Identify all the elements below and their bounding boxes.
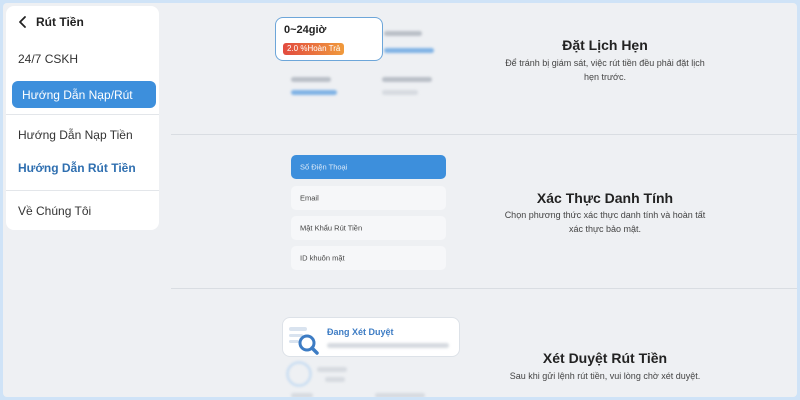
blurred-placeholder	[291, 393, 313, 397]
section-title: Xác Thực Danh Tính	[536, 190, 674, 206]
option-label: ID khuôn mặt	[300, 253, 345, 263]
section-description: Sau khi gửi lệnh rút tiền, vui lòng chờ …	[509, 371, 701, 381]
section-description: Chọn phương thức xác thực danh tính và h…	[504, 210, 706, 234]
sidebar-item-label: 24/7 CSKH	[18, 52, 79, 66]
blurred-placeholder	[327, 343, 449, 348]
verify-option-email[interactable]: Email	[291, 186, 446, 210]
sidebar-item-deposit-guide[interactable]: Hướng Dẫn Nạp Tiền	[6, 120, 159, 150]
sidebar-divider	[6, 114, 159, 115]
section-divider	[171, 134, 797, 135]
review-status-title: Đang Xét Duyệt	[327, 327, 394, 337]
section-title: Xét Duyệt Rút Tiền	[542, 350, 668, 366]
review-status-card: Đang Xét Duyệt	[282, 317, 460, 357]
sidebar-item-label: Hướng Dẫn Nạp Tiền	[18, 128, 133, 142]
verify-option-withdraw-password[interactable]: Mật Khẩu Rút Tiền	[291, 216, 446, 240]
app-frame: Rút Tiền 24/7 CSKH Hướng Dẫn Nạp/Rút Hướ…	[3, 3, 797, 397]
progress-ring	[286, 361, 312, 387]
fee-badge: 2.0 %Hoàn Trả	[283, 43, 345, 55]
verify-option-face-id[interactable]: ID khuôn mặt	[291, 246, 446, 270]
sidebar: Rút Tiền 24/7 CSKH Hướng Dẫn Nạp/Rút Hướ…	[6, 6, 159, 230]
option-label: Số Điện Thoại	[300, 162, 348, 172]
blurred-placeholder	[291, 77, 331, 82]
blurred-placeholder	[317, 367, 347, 372]
blurred-placeholder	[384, 31, 422, 36]
blurred-placeholder	[291, 90, 337, 95]
verify-option-phone[interactable]: Số Điện Thoại	[291, 155, 446, 179]
sidebar-item-deposit-withdraw-guide[interactable]: Hướng Dẫn Nạp/Rút	[12, 81, 156, 108]
section-title: Đặt Lịch Hẹn	[562, 37, 648, 53]
sidebar-item-label: Hướng Dẫn Rút Tiền	[18, 161, 136, 175]
option-label: Email	[300, 193, 319, 203]
sidebar-item-about-us[interactable]: Về Chúng Tôi	[6, 196, 159, 226]
sidebar-item-label: Về Chúng Tôi	[18, 204, 92, 218]
chevron-left-icon[interactable]	[16, 15, 30, 29]
sidebar-item-label: Hướng Dẫn Nạp/Rút	[22, 87, 133, 102]
blurred-placeholder	[375, 393, 425, 397]
blurred-placeholder	[325, 377, 345, 382]
magnifier-document-icon	[289, 327, 319, 355]
sidebar-item-support[interactable]: 24/7 CSKH	[6, 44, 159, 74]
section-description: Để tránh bị giám sát, việc rút tiền đều …	[505, 58, 705, 82]
time-range: 0~24giờ	[284, 24, 327, 36]
sidebar-header: Rút Tiền	[6, 6, 159, 36]
sidebar-title: Rút Tiền	[36, 15, 84, 29]
option-label: Mật Khẩu Rút Tiền	[300, 223, 363, 233]
sidebar-divider	[6, 190, 159, 191]
sidebar-item-withdraw-guide[interactable]: Hướng Dẫn Rút Tiền	[6, 153, 159, 183]
blurred-placeholder	[384, 48, 434, 53]
section-divider	[171, 288, 797, 289]
blurred-placeholder	[382, 77, 432, 82]
schedule-card[interactable]: 0~24giờ 2.0 %Hoàn Trả	[275, 17, 383, 61]
blurred-placeholder	[382, 90, 418, 95]
